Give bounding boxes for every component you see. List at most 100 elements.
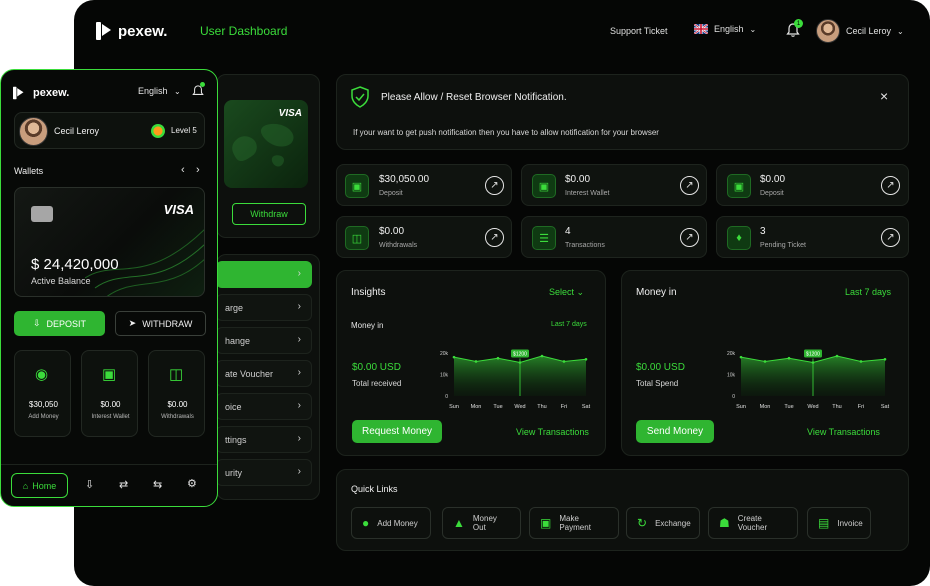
- withdraw-icon: ◫: [345, 226, 369, 250]
- quick-link-add-money[interactable]: ● Add Money: [351, 507, 431, 539]
- arrow-up-right-icon[interactable]: ↗: [485, 176, 504, 195]
- money-in-area-chart: 20k 10k 0 $1200 Sun Mon Tue Wed Thu Fri Sat: [727, 349, 890, 410]
- x-tick-label: Thu: [832, 404, 841, 410]
- side-menu-item-exchange[interactable]: hange ›: [216, 327, 312, 354]
- x-tick-label: Mon: [471, 404, 482, 410]
- chevron-left-icon[interactable]: ‹: [181, 164, 185, 176]
- add-money-icon: ●: [362, 516, 370, 530]
- notification-count-badge: 1: [794, 19, 803, 28]
- stat-card[interactable]: ▣ $0.00 Interest Wallet ↗: [521, 164, 707, 206]
- withdraw-button[interactable]: ➤ WITHDRAW: [115, 311, 206, 336]
- nav-home[interactable]: ⌂ Home: [11, 473, 68, 498]
- user-menu[interactable]: Cecil Leroy ⌄: [816, 19, 904, 43]
- mobile-tile-interest-wallet[interactable]: ▣ $0.00 Interest Wallet: [81, 350, 138, 437]
- arrow-up-right-icon[interactable]: ↗: [680, 176, 699, 195]
- quick-link-make-payment[interactable]: ▣ Make Payment: [529, 507, 619, 539]
- x-tick-label: Sun: [736, 404, 746, 410]
- side-menu-item-settings[interactable]: ttings ›: [216, 426, 312, 453]
- arrow-up-right-icon[interactable]: ↗: [485, 228, 504, 247]
- brand-name: pexew.: [118, 22, 168, 40]
- close-icon[interactable]: ×: [880, 88, 888, 104]
- mobile-language-selector[interactable]: English ⌄: [138, 86, 181, 96]
- deposit-button[interactable]: ⇩ DEPOSIT: [14, 311, 105, 336]
- stat-card[interactable]: ▣ $0.00 Deposit ↗: [716, 164, 909, 206]
- nav-settings-gear-icon[interactable]: ⚙: [187, 477, 197, 490]
- quick-link-invoice[interactable]: ▤ Invoice: [807, 507, 871, 539]
- money-in-amount-label: Total Spend: [636, 379, 679, 388]
- active-balance-label: Active Balance: [31, 276, 91, 286]
- wallets-title: Wallets: [14, 166, 44, 176]
- side-menu-item-recharge[interactable]: arge ›: [216, 294, 312, 321]
- stat-card[interactable]: ♦ 3 Pending Ticket ↗: [716, 216, 909, 258]
- chevron-right-icon: ›: [297, 466, 301, 477]
- side-menu-item-invoice[interactable]: oice ›: [216, 393, 312, 420]
- withdraw-icon: ◫: [169, 366, 184, 383]
- money-out-icon: ▲: [453, 516, 465, 530]
- arrow-up-right-icon[interactable]: ↗: [881, 176, 900, 195]
- language-selector[interactable]: English ⌄: [694, 24, 756, 34]
- data-point: [474, 360, 478, 363]
- money-in-period[interactable]: Last 7 days: [845, 287, 891, 297]
- arrow-up-right-icon[interactable]: ↗: [881, 228, 900, 247]
- chevron-down-icon: ⌄: [174, 87, 181, 96]
- stat-card[interactable]: ☰ 4 Transactions ↗: [521, 216, 707, 258]
- wallet-icon: ▣: [102, 366, 117, 383]
- side-menu-item-security[interactable]: urity ›: [216, 459, 312, 486]
- insights-title: Insights: [351, 287, 386, 298]
- x-tick-label: Fri: [858, 404, 864, 410]
- mobile-brand-logo[interactable]: pexew.: [13, 84, 69, 102]
- data-point: [739, 355, 743, 359]
- notification-bell[interactable]: 1: [786, 19, 803, 43]
- mobile-notification-bell[interactable]: [192, 82, 205, 103]
- arrow-up-right-icon[interactable]: ↗: [680, 228, 699, 247]
- y-tick-label: 0: [445, 394, 448, 400]
- mobile-tile-add-money[interactable]: ◉ $30,050 Add Money: [14, 350, 71, 437]
- side-menu-item-create-voucher[interactable]: ate Voucher ›: [216, 360, 312, 387]
- x-tick-label: Mon: [760, 404, 771, 410]
- nav-transfer-icon[interactable]: ⇄: [119, 478, 128, 491]
- request-money-button[interactable]: Request Money: [352, 420, 442, 443]
- quick-link-create-voucher[interactable]: ☗ Create Voucher: [708, 507, 798, 539]
- insights-amount: $0.00 USD: [352, 362, 401, 373]
- ticket-icon: ♦: [727, 226, 751, 250]
- mobile-balance-card: VISA $ 24,420,000 Active Balance: [14, 187, 205, 297]
- chevron-right-icon: ›: [297, 334, 301, 345]
- wallet-icon: ▣: [345, 174, 369, 198]
- stat-card[interactable]: ▣ $30,050.00 Deposit ↗: [336, 164, 512, 206]
- side-menu-item-active[interactable]: ›: [216, 261, 312, 288]
- support-ticket-link[interactable]: Support Ticket: [610, 26, 668, 36]
- money-in-amount: $0.00 USD: [636, 362, 685, 373]
- quick-link-money-out[interactable]: ▲ Money Out: [442, 507, 521, 539]
- data-point: [763, 360, 767, 363]
- card-chip-icon: [31, 206, 53, 222]
- level-badge-icon: [151, 124, 165, 138]
- send-money-button[interactable]: Send Money: [636, 420, 714, 443]
- page-title: User Dashboard: [200, 24, 288, 38]
- chevron-right-icon[interactable]: ›: [196, 164, 200, 176]
- quick-link-exchange[interactable]: ↻ Exchange: [626, 507, 700, 539]
- visa-card: VISA: [224, 100, 308, 188]
- deposit-icon: ⇩: [32, 318, 41, 328]
- view-transactions-link[interactable]: View Transactions: [516, 427, 589, 437]
- withdraw-button[interactable]: Withdraw: [232, 203, 306, 225]
- insights-amount-label: Total received: [352, 379, 402, 388]
- uk-flag-icon: [694, 24, 708, 34]
- view-transactions-link[interactable]: View Transactions: [807, 427, 880, 437]
- visa-logo: VISA: [163, 202, 194, 217]
- nav-exchange-icon[interactable]: ⇆: [153, 478, 162, 491]
- data-point: [584, 357, 588, 361]
- mobile-tile-withdrawals[interactable]: ◫ $0.00 Withdrawals: [148, 350, 205, 437]
- x-tick-label: Wed: [514, 404, 525, 410]
- shield-check-icon: [350, 86, 370, 113]
- invoice-icon: ▤: [818, 516, 830, 530]
- x-tick-label: Sun: [449, 404, 459, 410]
- brand-logo[interactable]: pexew.: [96, 22, 167, 40]
- mobile-profile-card[interactable]: Cecil Leroy Level 5: [14, 112, 205, 149]
- nav-deposit-icon[interactable]: ⇩: [85, 478, 94, 491]
- data-point: [835, 354, 839, 358]
- x-tick-label: Fri: [561, 404, 567, 410]
- insights-select[interactable]: Select ⌄: [549, 287, 584, 298]
- stat-card[interactable]: ◫ $0.00 Withdrawals ↗: [336, 216, 512, 258]
- logo-icon: [96, 22, 112, 40]
- chevron-right-icon: ›: [297, 400, 301, 411]
